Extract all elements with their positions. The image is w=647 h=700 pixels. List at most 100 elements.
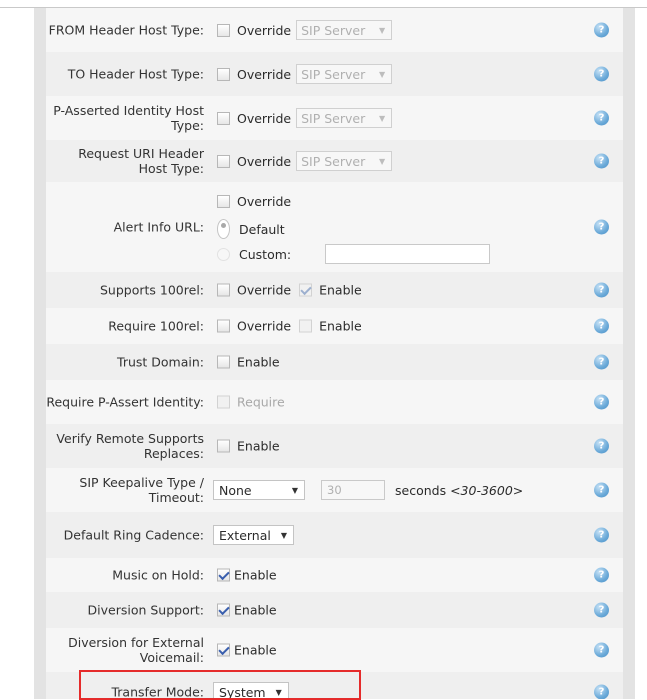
override-label: Override: [237, 194, 292, 209]
supports-100rel-enable-checkbox[interactable]: [299, 283, 313, 297]
alert-default-label: Default: [239, 221, 285, 237]
select-value: External: [219, 527, 271, 543]
enable-label: Enable: [234, 602, 277, 618]
enable-label: Enable: [234, 642, 277, 658]
select-value: SIP Server: [301, 22, 366, 38]
verify-remote-enable-checkbox[interactable]: [217, 439, 230, 453]
require-100rel-override-checkbox[interactable]: [217, 319, 230, 333]
override-label: Override: [237, 110, 292, 126]
override-label: Override: [237, 22, 292, 38]
alert-override-checkbox[interactable]: [217, 195, 230, 208]
help-icon[interactable]: ?: [594, 22, 609, 38]
help-icon[interactable]: ?: [594, 354, 609, 370]
diversion-support-label: Diversion Support:: [87, 602, 204, 618]
request-uri-override-checkbox[interactable]: [217, 154, 230, 168]
range-text: <30-3600>: [450, 482, 524, 498]
p-asserted-override-checkbox[interactable]: [217, 111, 230, 125]
override-label: Override: [237, 66, 292, 82]
select-value: SIP Server: [301, 153, 366, 169]
p-asserted-identity-label: P-Asserted Identity Host Type:: [53, 103, 204, 133]
override-label: Override: [237, 153, 292, 169]
request-uri-host-select[interactable]: SIP Server ▼: [296, 151, 393, 171]
select-value: System: [219, 684, 266, 700]
help-icon[interactable]: ?: [594, 602, 609, 618]
alert-default-group: Default: [217, 219, 285, 239]
alert-custom-url-input[interactable]: [325, 244, 491, 264]
help-icon[interactable]: ?: [594, 318, 609, 334]
row-require-100rel: Require 100rel: Override Enable ?: [46, 308, 623, 345]
row-supports-100rel: Supports 100rel: Override Enable ?: [46, 272, 623, 309]
help-icon[interactable]: ?: [594, 482, 609, 498]
right-border: [623, 8, 635, 699]
help-icon[interactable]: ?: [594, 642, 609, 658]
help-icon[interactable]: ?: [594, 527, 609, 543]
require-label: Require: [237, 394, 285, 410]
diversion-voicemail-checkbox[interactable]: [217, 643, 230, 657]
help-icon[interactable]: ?: [594, 153, 609, 169]
row-diversion-external-voicemail: Diversion for External Voicemail: Enable…: [46, 628, 623, 673]
alert-default-radio[interactable]: [217, 219, 230, 239]
diversion-voicemail-label: Diversion for External Voicemail:: [68, 635, 204, 665]
alert-override-group: Override: [217, 194, 291, 209]
alert-info-url-label: Alert Info URL:: [113, 219, 204, 235]
row-from-header-host-type: FROM Header Host Type: Override SIP Serv…: [46, 8, 623, 53]
supports-100rel-override-checkbox[interactable]: [217, 283, 230, 297]
help-icon[interactable]: ?: [594, 684, 609, 699]
help-icon[interactable]: ?: [594, 438, 609, 454]
to-header-override-checkbox[interactable]: [217, 67, 230, 81]
from-header-override-checkbox[interactable]: [217, 23, 230, 37]
enable-label: Enable: [237, 438, 280, 454]
to-header-host-select[interactable]: SIP Server ▼: [296, 64, 393, 84]
enable-label: Enable: [319, 318, 362, 334]
enable-label: Enable: [237, 354, 280, 370]
enable-label: Enable: [234, 567, 277, 583]
ring-cadence-select[interactable]: External ▼: [213, 525, 295, 545]
from-header-host-type-label: FROM Header Host Type:: [48, 22, 204, 38]
transfer-mode-select[interactable]: System ▼: [213, 682, 289, 699]
help-icon[interactable]: ?: [594, 282, 609, 298]
row-request-uri-host-type: Request URI Header Host Type: Override S…: [46, 140, 623, 183]
chevron-down-icon: ▼: [378, 156, 386, 166]
chevron-down-icon: ▼: [275, 687, 282, 697]
transfer-mode-label: Transfer Mode:: [111, 684, 204, 700]
help-icon[interactable]: ?: [594, 394, 609, 410]
trust-domain-enable-checkbox[interactable]: [217, 355, 230, 369]
select-value: SIP Server: [301, 110, 366, 126]
require-p-assert-label: Require P-Assert Identity:: [46, 394, 204, 410]
help-icon[interactable]: ?: [594, 66, 609, 82]
row-transfer-mode: Transfer Mode: System ▼ ?: [46, 672, 623, 699]
help-icon[interactable]: ?: [594, 219, 609, 235]
chevron-down-icon: ▼: [378, 113, 386, 123]
require-100rel-enable-checkbox[interactable]: [299, 319, 313, 333]
diversion-support-checkbox[interactable]: [217, 603, 230, 617]
chevron-down-icon: ▼: [291, 485, 298, 495]
timeout-unit: seconds <30-3600>: [395, 483, 523, 498]
select-value: None: [219, 482, 252, 498]
help-icon[interactable]: ?: [594, 567, 609, 583]
keepalive-type-select[interactable]: None ▼: [213, 480, 305, 500]
alert-custom-radio[interactable]: [217, 247, 230, 261]
help-icon[interactable]: ?: [594, 110, 609, 126]
row-require-p-assert-identity: Require P-Assert Identity: Require ?: [46, 380, 623, 425]
row-default-ring-cadence: Default Ring Cadence: External ▼ ?: [46, 512, 623, 559]
left-border: [34, 8, 46, 699]
unit-text: seconds: [395, 482, 447, 498]
row-alert-info-url: Alert Info URL: Override Default Custom:…: [46, 182, 623, 273]
sip-keepalive-label: SIP Keepalive Type / Timeout:: [79, 475, 204, 505]
enable-label: Enable: [319, 282, 362, 298]
keepalive-timeout-input[interactable]: 30: [321, 480, 385, 500]
require-p-assert-checkbox[interactable]: [217, 395, 230, 409]
row-music-on-hold: Music on Hold: Enable ?: [46, 558, 623, 593]
select-value: SIP Server: [301, 66, 366, 82]
chevron-down-icon: ▼: [378, 25, 386, 35]
settings-panel: FROM Header Host Type: Override SIP Serv…: [46, 8, 623, 699]
from-header-host-select[interactable]: SIP Server ▼: [296, 20, 393, 40]
music-on-hold-checkbox[interactable]: [217, 568, 230, 582]
trust-domain-label: Trust Domain:: [117, 354, 204, 370]
to-header-host-type-label: TO Header Host Type:: [67, 66, 204, 82]
p-asserted-host-select[interactable]: SIP Server ▼: [296, 108, 393, 128]
override-label: Override: [237, 282, 292, 298]
row-verify-remote-supports-replaces: Verify Remote Supports Replaces: Enable …: [46, 424, 623, 469]
supports-100rel-label: Supports 100rel:: [100, 282, 204, 298]
row-trust-domain: Trust Domain: Enable ?: [46, 344, 623, 381]
